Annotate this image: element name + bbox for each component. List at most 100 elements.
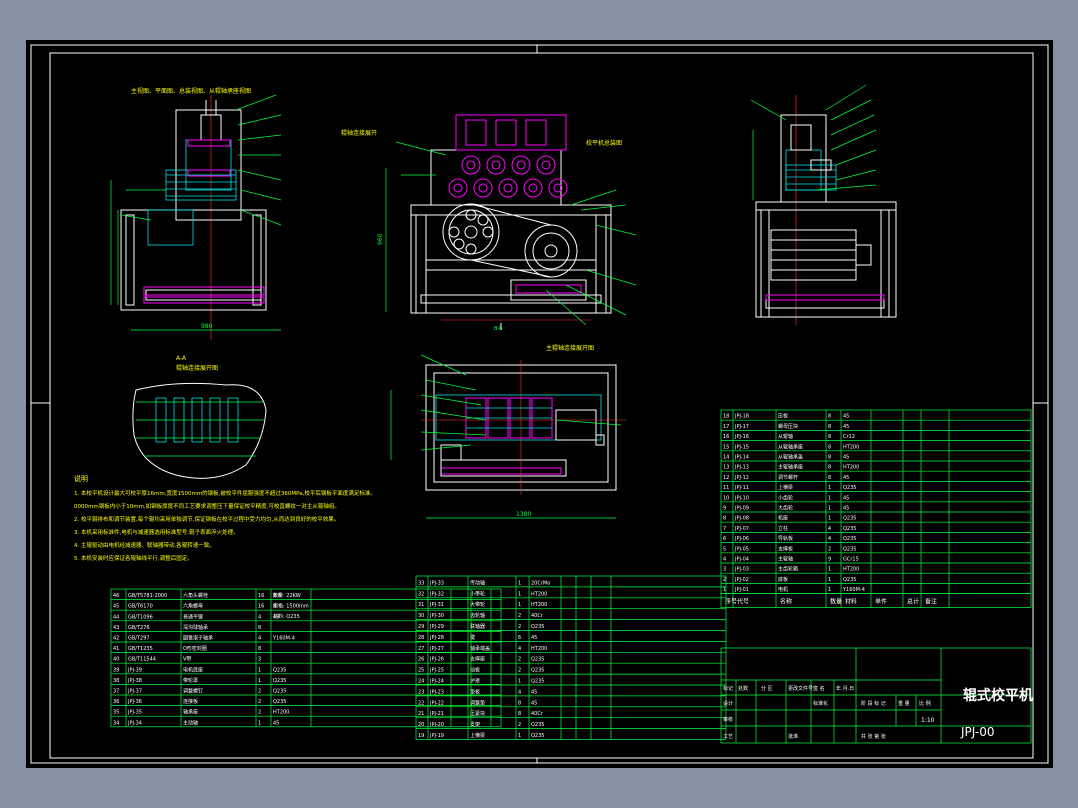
tb-count: 处数 bbox=[738, 685, 748, 692]
tb-stage: 阶 段 标 记 bbox=[861, 700, 886, 707]
bom-mid-cell: JPJ-27 bbox=[429, 646, 444, 652]
detail-view: A-A 辊轴连接展开图 bbox=[132, 355, 267, 479]
bom-mid-cell: 30 bbox=[418, 613, 424, 619]
left-view-label: 主视图、平面图、总装视图、从辊轴承座视图 bbox=[131, 87, 251, 95]
bom-right-cell: JPJ-17 bbox=[734, 424, 749, 430]
bom-mid-cell: 45 bbox=[531, 635, 537, 641]
bom-mid-cell: 25 bbox=[418, 668, 424, 674]
bom-left-cell: 2 bbox=[258, 710, 261, 716]
bom-right-cell: 1 bbox=[828, 577, 831, 583]
bom-left-spec: 材料: Q235 bbox=[273, 613, 300, 620]
bom-right-cell: 底板 bbox=[778, 576, 788, 583]
bom-left-cell: Q235 bbox=[273, 699, 286, 705]
bom-mid-cell: JPJ-29 bbox=[429, 624, 444, 630]
bom-left-cell: 连接板 bbox=[183, 698, 198, 705]
bom-right-header-cell: 总计 bbox=[907, 598, 919, 606]
bom-right-cell: 1 bbox=[828, 485, 831, 491]
bom-mid-cell: 32 bbox=[418, 591, 424, 597]
bom-right-cell: 11 bbox=[723, 485, 729, 491]
bom-left-cell: 42 bbox=[113, 636, 119, 642]
bom-right-cell: 电机 bbox=[778, 586, 788, 593]
bom-right-header-cell: 材料 bbox=[845, 598, 857, 606]
tb-standardize: 标准化 bbox=[813, 700, 828, 707]
tb-doc: 更改文件号 bbox=[788, 685, 813, 692]
bom-left-cell: Q235 bbox=[273, 678, 286, 684]
bom-right-cell: 立柱 bbox=[778, 525, 788, 532]
bom-mid-cell: 27 bbox=[418, 646, 424, 652]
bom-left-cell: 16 bbox=[258, 604, 264, 610]
bom-left-cell: 35 bbox=[113, 710, 119, 716]
bom-left-spec: 数量: 22KW bbox=[273, 592, 301, 599]
cad-viewport[interactable]: 主视图、平面图、总装视图、从辊轴承座视图 980 辊轴连接展开 校平机总装图 B… bbox=[26, 40, 1053, 768]
bom-left-cell: JPJ-39 bbox=[127, 667, 142, 673]
bom-right-cell: 8 bbox=[828, 414, 831, 420]
bom-mid-cell: JPJ-24 bbox=[429, 679, 444, 685]
bom-left-cell: 39 bbox=[113, 667, 119, 673]
bom-right-cell: 1 bbox=[828, 516, 831, 522]
bom-right-cell: 45 bbox=[843, 475, 849, 481]
bom-right-cell: Q235 bbox=[843, 526, 856, 532]
bom-mid-cell: 45 bbox=[531, 700, 537, 706]
bom-right-cell: 4 bbox=[828, 536, 831, 542]
bom-mid-cell: 1 bbox=[518, 679, 521, 685]
bom-left-cell: Q235 bbox=[273, 667, 286, 673]
bom-right-cell: HT200 bbox=[843, 465, 859, 471]
title-block: 标记 处数 分 区 更改文件号 签 名 年.月.日 设计 标准化 审核 工艺 批… bbox=[720, 647, 1033, 744]
front-label-right: 校平机总装图 bbox=[586, 139, 622, 147]
bom-mid-cell: 支撑座 bbox=[470, 656, 485, 663]
bom-mid-cell: 26 bbox=[418, 657, 424, 663]
bom-left-cell: 41 bbox=[113, 646, 119, 652]
bom-right-cell: 小齿轮 bbox=[778, 494, 793, 501]
bom-left-cell: GB/T1096 bbox=[128, 614, 153, 620]
tb-weight: 重 量 bbox=[898, 700, 910, 707]
bom-mid-cell: HT200 bbox=[531, 646, 547, 652]
bom-mid-cell: 2 bbox=[518, 722, 521, 728]
bom-right-cell: 从辊轴 bbox=[778, 433, 793, 440]
bom-right-cell: 3 bbox=[723, 567, 726, 573]
tb-design: 设计 bbox=[723, 700, 733, 707]
note-line-5: 4. 主辊驱动由电机经减速器、联轴器带动,各辊转速一致。 bbox=[74, 541, 215, 549]
bom-right-cell: JPJ-16 bbox=[734, 434, 749, 440]
bom-left-cell: 2 bbox=[258, 689, 261, 695]
bom-right-cell: 1 bbox=[828, 506, 831, 512]
bom-right-cell: 调节螺杆 bbox=[778, 474, 798, 481]
bom-right-cell: 1 bbox=[828, 495, 831, 501]
bom-left-cell: 34 bbox=[113, 720, 119, 726]
bom-right-cell: 12 bbox=[723, 475, 729, 481]
bom-mid-cell: Q235 bbox=[531, 624, 544, 630]
bom-right-cell: 主辊轴承座 bbox=[778, 464, 803, 471]
bom-mid-cell: 挡板 bbox=[470, 667, 480, 674]
bom-right-cell: 16 bbox=[723, 434, 729, 440]
bom-mid-cell: Q235 bbox=[531, 657, 544, 663]
bom-mid-cell: 轴承端盖 bbox=[470, 645, 490, 652]
bom-right-cell: JPJ-06 bbox=[734, 536, 749, 542]
bom-mid-cell: Q235 bbox=[531, 668, 544, 674]
bom-left-cell: GB/T5781-2000 bbox=[128, 593, 167, 599]
bom-left-cell: 深沟球轴承 bbox=[183, 624, 208, 631]
bom-mid-cell: HT200 bbox=[531, 602, 547, 608]
bom-left-spec: 规格: 1500mm bbox=[273, 603, 309, 610]
bom-mid-cell: 24 bbox=[418, 679, 424, 685]
bom-right-cell: 压板 bbox=[778, 413, 788, 420]
bom-mid-cell: JPJ-30 bbox=[429, 613, 444, 619]
bom-right-cell: 10 bbox=[723, 495, 729, 501]
tb-process: 工艺 bbox=[723, 734, 733, 740]
notes-heading: 说明 bbox=[74, 474, 88, 483]
bom-mid-cell: 31 bbox=[418, 602, 424, 608]
bom-mid-cell: 4 bbox=[518, 646, 521, 652]
bom-left-cell: 37 bbox=[113, 689, 119, 695]
bom-right-cell: JPJ-03 bbox=[734, 567, 749, 573]
bom-right-table: 18 JPJ-18 压板 8 4517 JPJ-17 螺母压块 8 4516 JPJ-16 从辊轴 8… bbox=[720, 409, 1032, 608]
bom-mid-cell: 20CrMo bbox=[531, 580, 550, 586]
bom-mid-cell: JPJ-26 bbox=[429, 657, 444, 663]
bom-right-cell: 1 bbox=[828, 587, 831, 593]
bom-mid-cell: 40Cr bbox=[531, 711, 544, 717]
drawing-title: 辊式校平机 bbox=[963, 687, 1033, 704]
bom-mid-cell: 29 bbox=[418, 624, 424, 630]
bom-left-cell: 普通平键 bbox=[183, 613, 203, 620]
bom-left-cell: 1 bbox=[258, 678, 261, 684]
bom-mid-cell: 8 bbox=[518, 700, 521, 706]
bom-mid-cell: 传动轴 bbox=[470, 579, 485, 586]
bom-right-cell: 上横梁 bbox=[778, 484, 793, 491]
bom-mid-cell: 垫板 bbox=[470, 688, 480, 695]
